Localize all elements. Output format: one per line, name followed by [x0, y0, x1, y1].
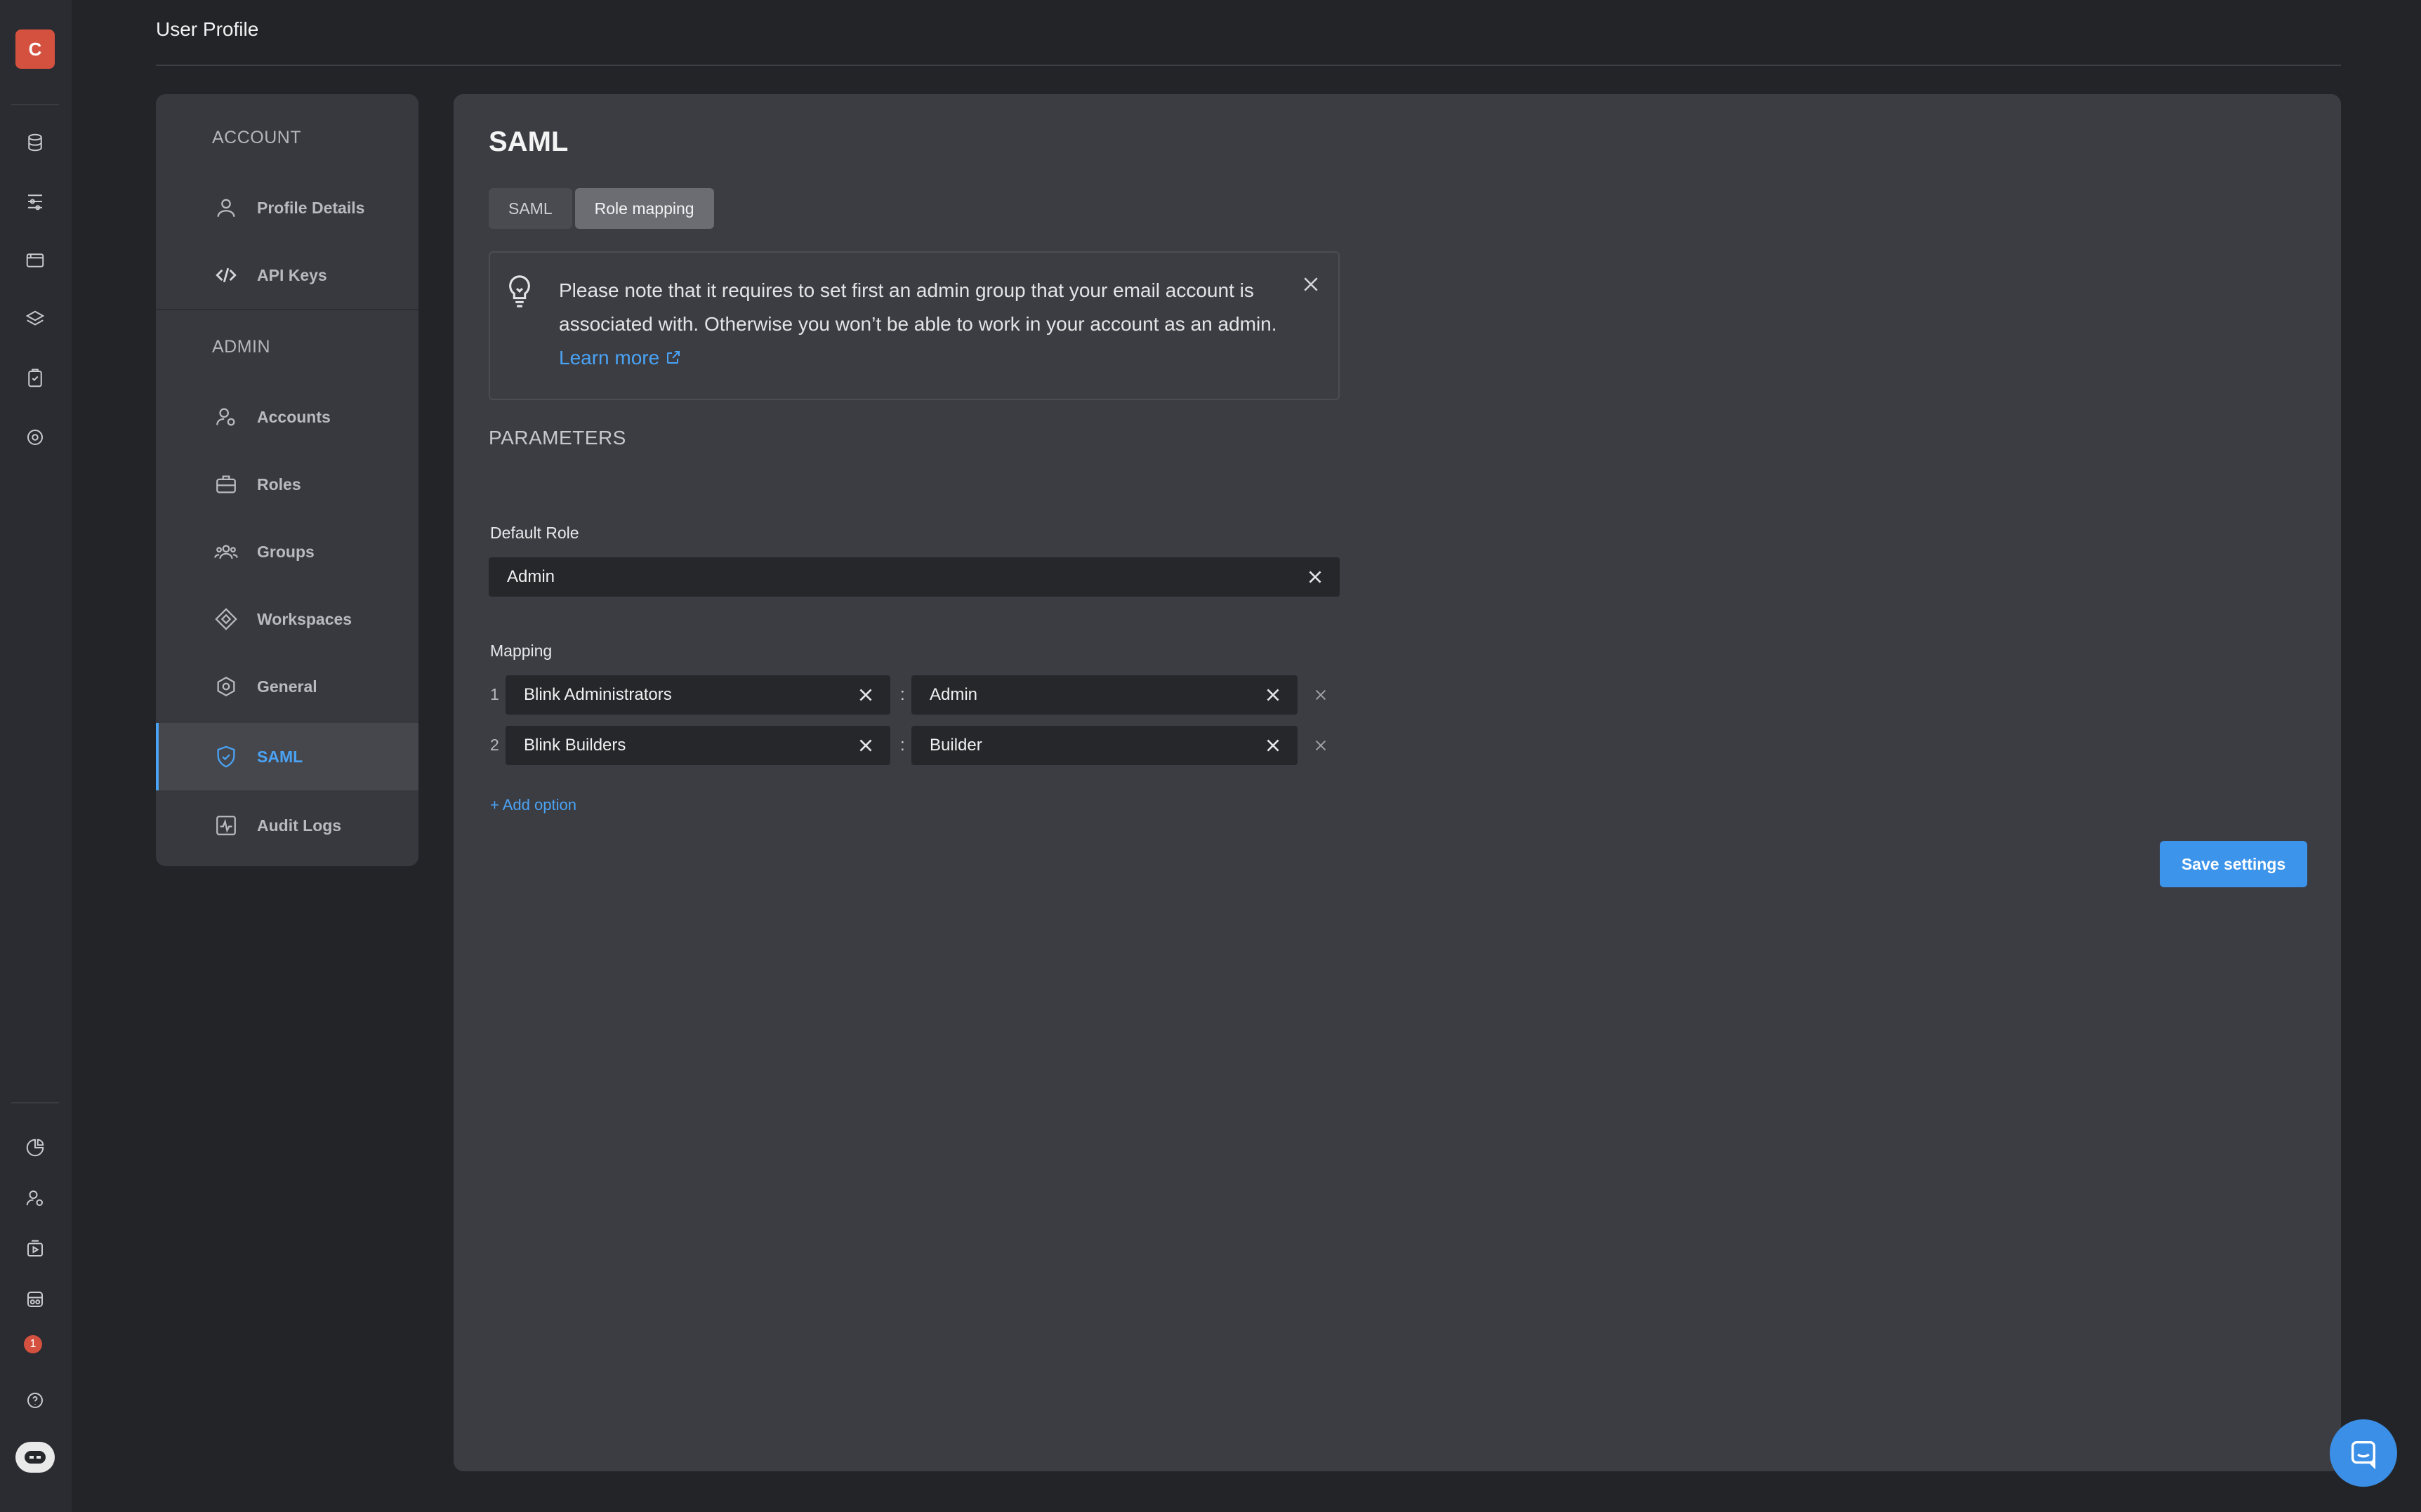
mapping-row-number: 1 — [490, 685, 499, 703]
chat-launcher-button[interactable] — [2330, 1419, 2397, 1487]
window-icon[interactable] — [22, 247, 48, 274]
save-settings-button[interactable]: Save settings — [2160, 841, 2307, 887]
target-icon[interactable] — [22, 424, 48, 451]
clear-icon[interactable] — [1264, 736, 1282, 755]
default-role-label: Default Role — [490, 524, 579, 542]
user-icon — [212, 194, 240, 222]
default-role-value: Admin — [507, 567, 555, 586]
mapping-role-select[interactable]: Builder — [911, 726, 1298, 765]
hexagon-icon — [212, 672, 240, 701]
device-icon[interactable] — [22, 1286, 48, 1313]
mapping-row-number: 2 — [490, 736, 499, 754]
nav-item-general[interactable]: General — [156, 653, 418, 720]
mapping-group-value: Blink Administrators — [524, 685, 672, 704]
notice-text-block: Please note that it requires to set firs… — [559, 274, 1289, 375]
nav-item-api-keys[interactable]: API Keys — [156, 241, 418, 309]
workflow-icon[interactable] — [22, 188, 48, 215]
briefcase-icon — [212, 470, 240, 498]
shield-icon — [212, 743, 240, 771]
default-role-select[interactable]: Admin — [489, 557, 1340, 597]
user-settings-icon[interactable] — [22, 1185, 48, 1212]
remove-row-icon[interactable] — [1313, 738, 1328, 753]
nav-item-label: General — [257, 677, 317, 696]
section-account: ACCOUNT — [212, 128, 302, 147]
mapping-group-value: Blink Builders — [524, 736, 626, 755]
mapping-role-value: Builder — [930, 736, 982, 755]
lightbulb-icon — [509, 275, 530, 307]
code-icon — [212, 261, 240, 289]
nav-item-label: Audit Logs — [257, 816, 342, 835]
icon-rail: C 1 — [0, 0, 72, 1512]
user-gear-icon — [212, 403, 240, 431]
header-divider — [156, 65, 2341, 66]
assistant-bot-icon[interactable] — [15, 1442, 55, 1473]
nav-item-label: Groups — [257, 542, 315, 561]
mapping-label: Mapping — [490, 642, 553, 660]
nav-item-roles[interactable]: Roles — [156, 451, 418, 518]
nav-item-label: Workspaces — [257, 609, 352, 628]
rail-divider — [11, 104, 59, 105]
notice-text: Please note that it requires to set firs… — [559, 279, 1277, 335]
clipboard-icon[interactable] — [22, 365, 48, 392]
clear-icon[interactable] — [857, 686, 875, 704]
clear-icon[interactable] — [857, 736, 875, 755]
help-icon[interactable] — [22, 1387, 48, 1414]
clear-icon[interactable] — [1264, 686, 1282, 704]
account-avatar[interactable]: C — [15, 29, 55, 69]
mapping-group-select[interactable]: Blink Builders — [506, 726, 890, 765]
layers-icon[interactable] — [22, 306, 48, 333]
mapping-separator: : — [900, 736, 905, 755]
workspace-icon — [212, 605, 240, 633]
mapping-role-select[interactable]: Admin — [911, 675, 1298, 715]
notification-badge[interactable]: 1 — [24, 1335, 42, 1353]
nav-item-label: SAML — [257, 747, 303, 766]
nav-divider — [156, 309, 418, 310]
remove-row-icon[interactable] — [1313, 687, 1328, 703]
mapping-group-select[interactable]: Blink Administrators — [506, 675, 890, 715]
section-admin: ADMIN — [212, 337, 271, 357]
activity-icon — [212, 811, 240, 840]
nav-item-label: API Keys — [257, 265, 327, 284]
learn-more-link[interactable]: Learn more — [559, 347, 682, 369]
nav-item-label: Profile Details — [257, 198, 365, 217]
close-icon[interactable] — [1300, 274, 1321, 295]
database-icon[interactable] — [22, 129, 48, 156]
panel-title: SAML — [489, 126, 569, 157]
mapping-role-value: Admin — [930, 685, 978, 704]
pie-chart-icon[interactable] — [22, 1134, 48, 1161]
mapping-separator: : — [900, 685, 905, 704]
nav-item-audit-logs[interactable]: Audit Logs — [156, 792, 418, 859]
rail-divider-bottom — [11, 1102, 59, 1103]
saml-settings-panel: SAML SAML Role mapping Please note that … — [454, 94, 2341, 1471]
chat-icon — [2351, 1440, 2376, 1469]
add-option-button[interactable]: + Add option — [490, 796, 576, 814]
external-link-icon — [666, 351, 680, 364]
nav-item-saml[interactable]: SAML — [156, 723, 418, 790]
nav-item-accounts[interactable]: Accounts — [156, 383, 418, 451]
clear-icon[interactable] — [1306, 568, 1324, 586]
nav-item-profile-details[interactable]: Profile Details — [156, 174, 418, 241]
group-icon — [212, 538, 240, 566]
nav-item-label: Accounts — [257, 407, 331, 426]
nav-item-workspaces[interactable]: Workspaces — [156, 585, 418, 653]
page-title: User Profile — [156, 18, 259, 40]
nav-item-label: Roles — [257, 475, 301, 493]
media-icon[interactable] — [22, 1235, 48, 1262]
settings-nav: ACCOUNT Profile Details API Keys ADMIN A… — [156, 94, 418, 866]
tab-role-mapping[interactable]: Role mapping — [574, 188, 714, 229]
parameters-heading: PARAMETERS — [489, 427, 626, 449]
nav-item-groups[interactable]: Groups — [156, 518, 418, 585]
info-notice: Please note that it requires to set firs… — [489, 251, 1340, 400]
tab-bar: SAML Role mapping — [489, 188, 714, 229]
tab-saml[interactable]: SAML — [489, 188, 572, 229]
